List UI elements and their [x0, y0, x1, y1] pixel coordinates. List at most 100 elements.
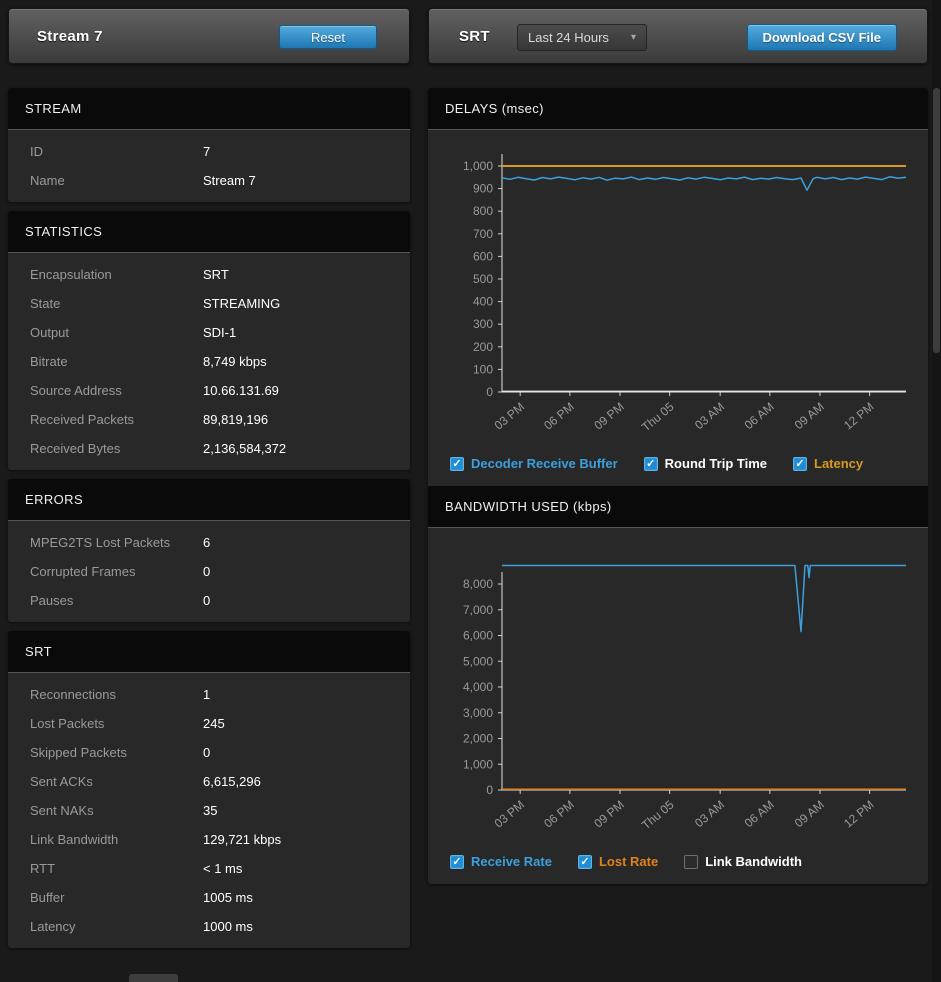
legend-item[interactable]: ✓ Latency [793, 456, 863, 471]
row-value: 6 [203, 535, 210, 550]
section-srt: SRTReconnections1Lost Packets245Skipped … [8, 631, 410, 948]
svg-text:12 PM: 12 PM [841, 400, 877, 433]
table-row: Received Packets89,819,196 [8, 405, 410, 434]
row-label: Link Bandwidth [30, 832, 203, 847]
checkbox-unchecked-icon[interactable] [684, 855, 698, 869]
svg-text:09 PM: 09 PM [591, 400, 627, 433]
chart-title-delays: DELAYS (msec) [428, 88, 928, 130]
row-value: STREAMING [203, 296, 280, 311]
table-row: Sent ACKs6,615,296 [8, 767, 410, 796]
checkbox-checked-icon[interactable]: ✓ [578, 855, 592, 869]
row-label: Bitrate [30, 354, 203, 369]
table-row: MPEG2TS Lost Packets6 [8, 528, 410, 557]
row-label: Sent NAKs [30, 803, 203, 818]
row-value: 7 [203, 144, 210, 159]
row-label: Reconnections [30, 687, 203, 702]
table-row: EncapsulationSRT [8, 260, 410, 289]
row-value: SRT [203, 267, 229, 282]
chart-svg: 01002003004005006007008009001,00003 PM06… [436, 140, 920, 448]
vertical-scrollbar-track[interactable] [932, 0, 941, 982]
legend-label: Link Bandwidth [705, 854, 802, 869]
row-label: MPEG2TS Lost Packets [30, 535, 203, 550]
table-row: Link Bandwidth129,721 kbps [8, 825, 410, 854]
legend-item[interactable]: ✓Receive Rate [450, 854, 552, 869]
svg-text:500: 500 [473, 272, 493, 286]
table-row: Lost Packets245 [8, 709, 410, 738]
row-value: 89,819,196 [203, 412, 268, 427]
svg-text:200: 200 [473, 340, 493, 354]
checkbox-checked-icon[interactable]: ✓ [644, 457, 658, 471]
table-row: Source Address10.66.131.69 [8, 376, 410, 405]
row-label: Corrupted Frames [30, 564, 203, 579]
row-value: 0 [203, 593, 210, 608]
srt-header-bar: SRT Last 24 Hours ▾ Download CSV File [428, 8, 928, 64]
table-row: NameStream 7 [8, 166, 410, 195]
svg-text:06 AM: 06 AM [742, 798, 777, 831]
checkbox-checked-icon[interactable]: ✓ [450, 457, 464, 471]
legend-item[interactable]: ✓ Decoder Receive Buffer [450, 456, 618, 471]
legend-item[interactable]: Link Bandwidth [684, 854, 802, 869]
legend-label: Latency [814, 456, 863, 471]
svg-text:09 PM: 09 PM [591, 798, 627, 831]
table-row: Bitrate8,749 kbps [8, 347, 410, 376]
svg-text:06 AM: 06 AM [742, 400, 777, 433]
row-label: Latency [30, 919, 203, 934]
table-row: Latency1000 ms [8, 912, 410, 941]
legend-item[interactable]: ✓ Lost Rate [578, 854, 658, 869]
chart-title-bandwidth: BANDWIDTH USED (kbps) [428, 486, 928, 528]
svg-text:03 AM: 03 AM [692, 400, 727, 433]
svg-text:09 AM: 09 AM [792, 400, 827, 433]
row-value: 129,721 kbps [203, 832, 281, 847]
section-title: STREAM [8, 88, 410, 130]
download-csv-button[interactable]: Download CSV File [747, 24, 897, 51]
svg-text:03 PM: 03 PM [492, 798, 528, 831]
checkbox-checked-icon[interactable]: ✓ [450, 855, 464, 869]
chevron-down-icon: ▾ [631, 32, 636, 43]
legend-label: Lost Rate [599, 854, 658, 869]
checkbox-checked-icon[interactable]: ✓ [793, 457, 807, 471]
svg-text:100: 100 [473, 362, 493, 376]
row-label: Skipped Packets [30, 745, 203, 760]
chart-svg: 01,0002,0003,0004,0005,0006,0007,0008,00… [436, 538, 920, 846]
reset-button[interactable]: Reset [279, 25, 377, 49]
section-title: STATISTICS [8, 211, 410, 253]
table-row: ID7 [8, 137, 410, 166]
svg-text:0: 0 [486, 385, 493, 399]
table-row: Corrupted Frames0 [8, 557, 410, 586]
row-value: 2,136,584,372 [203, 441, 286, 456]
table-row: Reconnections1 [8, 680, 410, 709]
svg-text:2,000: 2,000 [463, 732, 493, 746]
legend-item[interactable]: ✓Round Trip Time [644, 456, 767, 471]
row-value: 35 [203, 803, 217, 818]
row-label: Output [30, 325, 203, 340]
row-value: 245 [203, 716, 225, 731]
legend-label: Decoder Receive Buffer [471, 456, 618, 471]
section-stream: STREAMID7NameStream 7 [8, 88, 410, 202]
svg-text:06 PM: 06 PM [541, 400, 577, 433]
row-value: 10.66.131.69 [203, 383, 279, 398]
row-label: Pauses [30, 593, 203, 608]
chart-legend: ✓Decoder Receive Buffer✓Round Trip Time✓… [436, 453, 920, 480]
row-label: RTT [30, 861, 203, 876]
table-row: Buffer1005 ms [8, 883, 410, 912]
vertical-scrollbar-thumb[interactable] [933, 88, 940, 353]
svg-text:600: 600 [473, 249, 493, 263]
stream-header-bar: Stream 7 Reset [8, 8, 410, 64]
svg-text:Thu 05: Thu 05 [639, 797, 677, 832]
row-label: Encapsulation [30, 267, 203, 282]
horizontal-scrollbar-thumb[interactable] [129, 974, 178, 982]
time-range-dropdown[interactable]: Last 24 Hours ▾ [517, 24, 647, 51]
row-label: ID [30, 144, 203, 159]
table-row: StateSTREAMING [8, 289, 410, 318]
svg-text:4,000: 4,000 [463, 680, 493, 694]
svg-text:700: 700 [473, 227, 493, 241]
svg-text:400: 400 [473, 295, 493, 309]
row-value: 8,749 kbps [203, 354, 267, 369]
chart-legend: ✓Receive Rate✓Lost RateLink Bandwidth [436, 851, 920, 878]
stream-title: Stream 7 [37, 28, 103, 45]
section-title: ERRORS [8, 479, 410, 521]
svg-text:1,000: 1,000 [463, 159, 493, 173]
table-row: OutputSDI-1 [8, 318, 410, 347]
row-value: 6,615,296 [203, 774, 261, 789]
svg-text:5,000: 5,000 [463, 654, 493, 668]
